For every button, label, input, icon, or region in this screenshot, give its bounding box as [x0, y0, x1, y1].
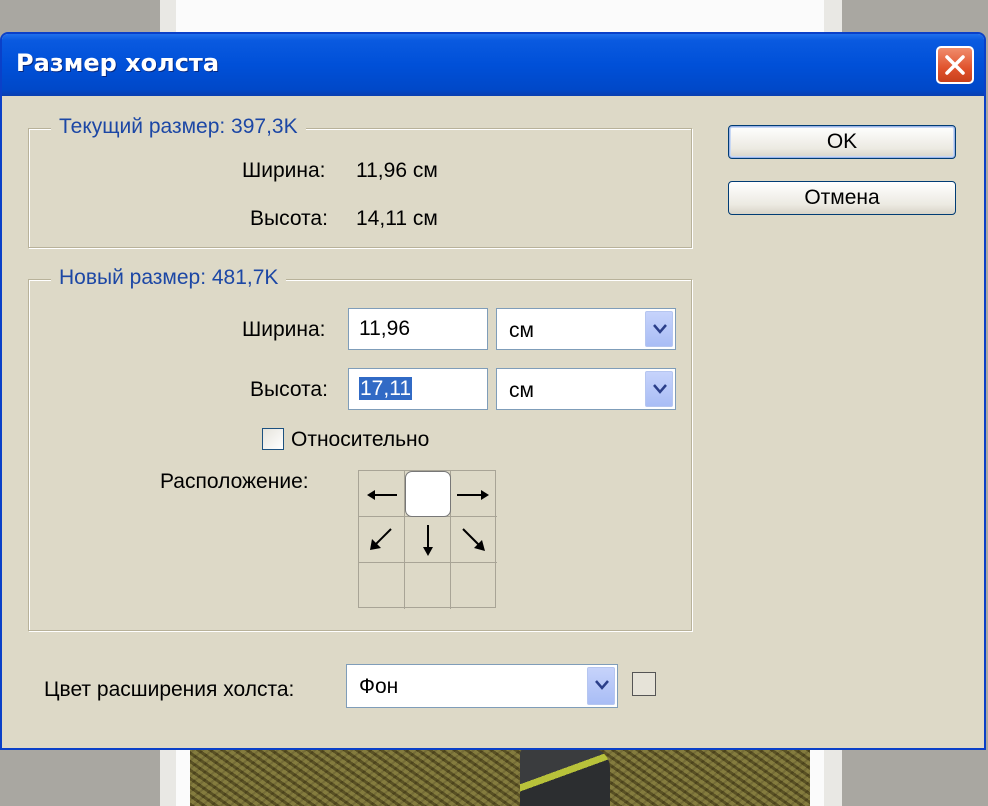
relative-checkbox[interactable]: [262, 428, 284, 450]
close-icon: [945, 55, 965, 75]
arrow-right-icon: [457, 490, 489, 500]
anchor-label: Расположение:: [160, 470, 309, 493]
height-unit-dropdown-button[interactable]: [645, 371, 673, 407]
extension-color-dropdown-button[interactable]: [587, 667, 615, 705]
cancel-button[interactable]: Отмена: [728, 181, 956, 215]
photo-strip: [190, 748, 810, 806]
current-height-value: 14,11 см: [356, 207, 438, 230]
height-unit-select[interactable]: см: [496, 368, 676, 410]
new-height-label: Высота:: [250, 378, 328, 401]
width-unit-dropdown-button[interactable]: [645, 311, 673, 347]
extension-color-select[interactable]: Фон: [346, 664, 618, 708]
anchor-cell-middle-right[interactable]: [451, 517, 497, 563]
height-unit-value: см: [509, 379, 534, 402]
width-input[interactable]: 11,96: [348, 308, 488, 350]
anchor-selected[interactable]: [405, 471, 451, 517]
anchor-cell-bottom-center[interactable]: [405, 563, 451, 609]
relative-label[interactable]: Относительно: [291, 428, 429, 452]
width-unit-value: см: [509, 319, 534, 342]
arrow-down-right-icon: [462, 528, 485, 551]
width-input-value: 11,96: [359, 317, 410, 340]
anchor-cell-top-right[interactable]: [451, 471, 497, 517]
height-input-value: 17,11: [359, 377, 412, 400]
current-width-value: 11,96 см: [356, 159, 438, 182]
photo-shoe: [520, 748, 610, 806]
current-width-label: Ширина:: [242, 159, 326, 182]
new-size-legend: Новый размер: 481,7K: [51, 266, 287, 290]
new-width-label: Ширина:: [242, 318, 326, 341]
anchor-cell-bottom-left[interactable]: [359, 563, 405, 609]
anchor-cell-bottom-right[interactable]: [451, 563, 497, 609]
dialog-title: Размер холста: [16, 49, 220, 77]
current-size-legend: Текущий размер: 397,3K: [51, 115, 306, 139]
ok-button[interactable]: OK: [728, 125, 956, 159]
extension-color-swatch[interactable]: [632, 672, 656, 696]
close-button[interactable]: [936, 46, 974, 84]
current-height-label: Высота:: [250, 207, 328, 230]
arrow-down-icon: [423, 525, 433, 556]
arrow-left-icon: [367, 490, 397, 500]
arrow-down-left-icon: [370, 528, 392, 550]
chevron-down-icon: [653, 384, 667, 394]
chevron-down-icon: [595, 680, 609, 690]
anchor-cell-middle-center[interactable]: [405, 517, 451, 563]
height-input[interactable]: 17,11: [348, 368, 488, 410]
width-unit-select[interactable]: см: [496, 308, 676, 350]
anchor-cell-middle-left[interactable]: [359, 517, 405, 563]
chevron-down-icon: [653, 324, 667, 334]
anchor-grid[interactable]: [358, 470, 497, 609]
title-bar[interactable]: Размер холста: [2, 34, 984, 96]
anchor-cell-top-left[interactable]: [359, 471, 405, 517]
extension-color-label: Цвет расширения холста:: [44, 678, 295, 701]
extension-color-value: Фон: [359, 675, 399, 698]
